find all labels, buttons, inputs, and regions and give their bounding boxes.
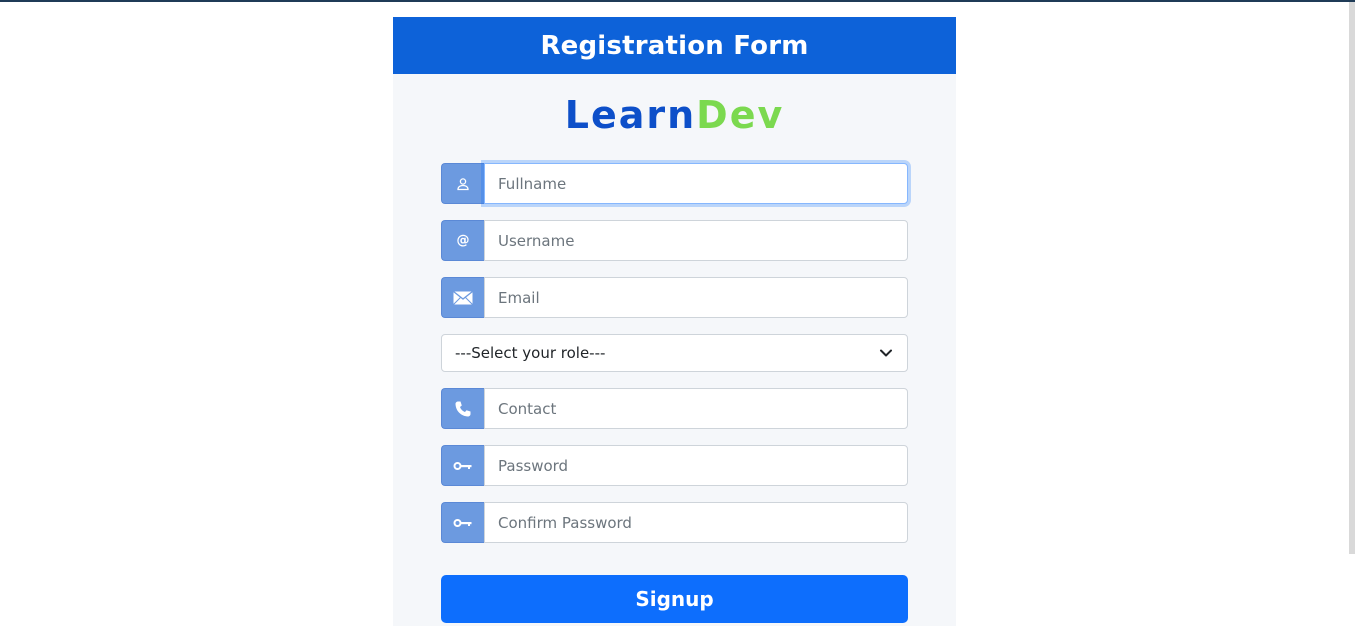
username-group: @ bbox=[441, 220, 908, 261]
role-select-value: ---Select your role--- bbox=[455, 344, 606, 362]
key-icon bbox=[441, 502, 484, 543]
logo-learn-text: Learn bbox=[564, 93, 697, 137]
password-group bbox=[441, 445, 908, 486]
fullname-input[interactable] bbox=[484, 163, 908, 204]
page-scrollbar[interactable] bbox=[1349, 2, 1355, 554]
logo-dev-text: Dev bbox=[696, 93, 785, 137]
window-top-border bbox=[0, 0, 1355, 2]
form-title: Registration Form bbox=[540, 30, 809, 61]
user-icon bbox=[441, 163, 484, 204]
fullname-group bbox=[441, 163, 908, 204]
password-input[interactable] bbox=[484, 445, 908, 486]
role-select[interactable]: ---Select your role--- bbox=[441, 334, 908, 372]
chevron-down-icon bbox=[879, 348, 893, 358]
learndev-logo: LearnDev bbox=[393, 93, 956, 137]
at-icon: @ bbox=[441, 220, 484, 261]
key-icon bbox=[441, 445, 484, 486]
username-input[interactable] bbox=[484, 220, 908, 261]
registration-card: Registration Form LearnDev @ bbox=[393, 17, 956, 626]
email-group bbox=[441, 277, 908, 318]
contact-group bbox=[441, 388, 908, 429]
signup-button[interactable]: Signup bbox=[441, 575, 908, 623]
contact-input[interactable] bbox=[484, 388, 908, 429]
confirm-password-input[interactable] bbox=[484, 502, 908, 543]
at-icon-glyph: @ bbox=[456, 233, 470, 248]
form-header: Registration Form bbox=[393, 17, 956, 74]
envelope-icon bbox=[441, 277, 484, 318]
confirm-password-group bbox=[441, 502, 908, 543]
phone-icon bbox=[441, 388, 484, 429]
email-input[interactable] bbox=[484, 277, 908, 318]
